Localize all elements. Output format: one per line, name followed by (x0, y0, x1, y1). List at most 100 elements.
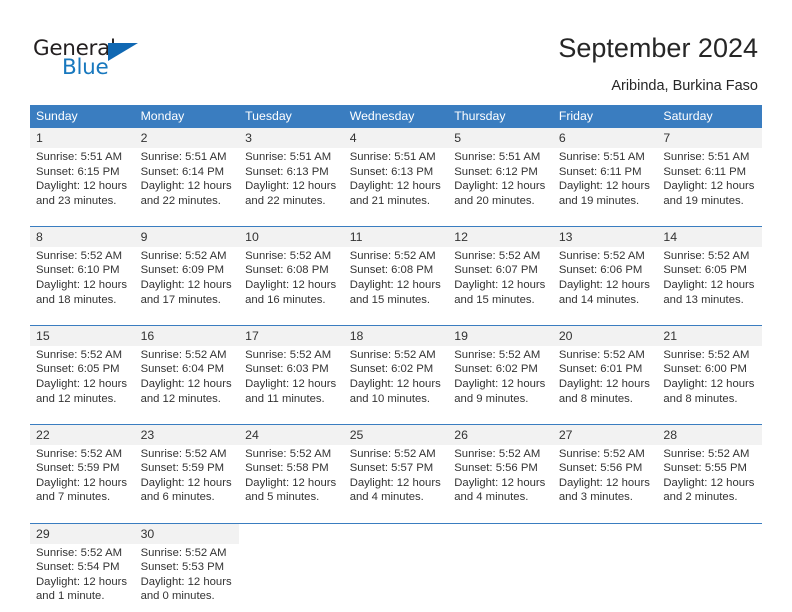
day-cell-number[interactable]: 17 (239, 325, 344, 346)
day-cell-empty (552, 543, 658, 610)
day-cell-empty (448, 523, 553, 544)
week-separator (30, 412, 762, 425)
week-separator (30, 313, 762, 326)
day-cell-info: Sunrise: 5:52 AM Sunset: 5:56 PM Dayligh… (552, 444, 658, 511)
day-cell-number[interactable]: 11 (343, 226, 449, 247)
sunset-text: Sunset: 6:13 PM (349, 165, 434, 178)
day-cell-number[interactable]: 6 (552, 128, 658, 148)
day-cell-number[interactable]: 20 (552, 325, 658, 346)
sunset-text: Sunset: 5:56 PM (454, 462, 538, 475)
daylight-text-line1: Daylight: 12 hours (349, 377, 441, 390)
sunrise-text: Sunrise: 5:52 AM (245, 447, 332, 460)
day-cell-info: Sunrise: 5:51 AM Sunset: 6:11 PM Dayligh… (552, 148, 658, 215)
sunrise-text: Sunrise: 5:52 AM (558, 348, 645, 361)
sunset-text: Sunset: 6:00 PM (663, 363, 747, 376)
daylight-text-line2: and 15 minutes. (454, 293, 535, 306)
daylight-text-line1: Daylight: 12 hours (140, 575, 232, 588)
brand-name-blue: Blue (62, 55, 109, 80)
sunset-text: Sunset: 6:08 PM (245, 264, 329, 277)
day-cell-info: Sunrise: 5:51 AM Sunset: 6:13 PM Dayligh… (343, 148, 449, 215)
daylight-text-line1: Daylight: 12 hours (349, 279, 441, 292)
sunrise-text: Sunrise: 5:52 AM (558, 249, 645, 262)
day-cell-number[interactable]: 13 (552, 226, 658, 247)
sunrise-text: Sunrise: 5:52 AM (663, 348, 750, 361)
day-cell-number[interactable]: 16 (134, 325, 240, 346)
daylight-text-line1: Daylight: 12 hours (349, 476, 441, 489)
daylight-text-line1: Daylight: 12 hours (245, 377, 337, 390)
daylight-text-line2: and 9 minutes. (454, 392, 529, 405)
sunrise-text: Sunrise: 5:52 AM (36, 447, 123, 460)
daylight-text-line1: Daylight: 12 hours (36, 377, 128, 390)
brand-logo[interactable]: General Blue (33, 36, 173, 84)
day-cell-number[interactable]: 7 (657, 128, 762, 148)
sunrise-text: Sunrise: 5:52 AM (454, 348, 541, 361)
day-cell-number[interactable]: 24 (239, 424, 344, 445)
day-cell-number[interactable]: 28 (657, 424, 762, 445)
sunset-text: Sunset: 6:03 PM (245, 363, 329, 376)
day-cell-number[interactable]: 21 (657, 325, 762, 346)
daylight-text-line2: and 11 minutes. (245, 392, 325, 405)
day-cell-info: Sunrise: 5:52 AM Sunset: 6:08 PM Dayligh… (239, 246, 344, 314)
day-cell-info: Sunrise: 5:52 AM Sunset: 6:05 PM Dayligh… (30, 345, 135, 413)
day-cell-empty (657, 543, 762, 610)
day-cell-number[interactable]: 12 (448, 226, 553, 247)
day-cell-number[interactable]: 26 (448, 424, 553, 445)
sunset-text: Sunset: 6:05 PM (663, 264, 747, 277)
day-cell-number[interactable]: 9 (134, 226, 240, 247)
daylight-text-line1: Daylight: 12 hours (663, 279, 755, 292)
sunrise-text: Sunrise: 5:52 AM (558, 447, 645, 460)
daylight-text-line2: and 3 minutes. (558, 491, 633, 504)
daylight-text-line2: and 18 minutes. (36, 293, 117, 306)
day-cell-number[interactable]: 29 (30, 523, 135, 544)
sunset-text: Sunset: 6:08 PM (349, 264, 434, 277)
daylight-text-line1: Daylight: 12 hours (36, 575, 128, 588)
day-cell-info: Sunrise: 5:52 AM Sunset: 5:53 PM Dayligh… (134, 543, 240, 610)
sunset-text: Sunset: 5:55 PM (663, 462, 747, 475)
day-cell-number[interactable]: 22 (30, 424, 135, 445)
page-subtitle: Aribinda, Burkina Faso (611, 78, 758, 94)
day-cell-info: Sunrise: 5:51 AM Sunset: 6:12 PM Dayligh… (448, 148, 553, 215)
day-cell-number[interactable]: 4 (343, 128, 449, 148)
sunrise-text: Sunrise: 5:52 AM (663, 249, 750, 262)
day-cell-empty (343, 523, 449, 544)
week-2-info-row: Sunrise: 5:52 AM Sunset: 6:10 PM Dayligh… (30, 246, 762, 314)
day-cell-number[interactable]: 3 (239, 128, 344, 148)
sunrise-text: Sunrise: 5:52 AM (663, 447, 750, 460)
sunset-text: Sunset: 6:11 PM (663, 165, 747, 178)
day-cell-info: Sunrise: 5:51 AM Sunset: 6:13 PM Dayligh… (239, 148, 344, 215)
daylight-text-line2: and 1 minute. (36, 590, 105, 603)
day-cell-number[interactable]: 15 (30, 325, 135, 346)
day-cell-empty (343, 543, 449, 610)
sunrise-text: Sunrise: 5:51 AM (349, 151, 436, 163)
week-separator (30, 214, 762, 227)
daylight-text-line1: Daylight: 12 hours (349, 180, 441, 193)
day-cell-number[interactable]: 25 (343, 424, 449, 445)
daylight-text-line1: Daylight: 12 hours (663, 377, 755, 390)
day-cell-number[interactable]: 18 (343, 325, 449, 346)
day-cell-number[interactable]: 23 (134, 424, 240, 445)
daylight-text-line2: and 4 minutes. (349, 491, 424, 504)
day-cell-number[interactable]: 8 (30, 226, 135, 247)
daylight-text-line1: Daylight: 12 hours (140, 180, 232, 193)
daylight-text-line1: Daylight: 12 hours (454, 180, 546, 193)
day-cell-number[interactable]: 27 (552, 424, 658, 445)
daylight-text-line2: and 10 minutes. (349, 392, 431, 405)
day-cell-number[interactable]: 1 (30, 128, 135, 148)
sunset-text: Sunset: 5:58 PM (245, 462, 329, 475)
sunrise-text: Sunrise: 5:52 AM (349, 447, 436, 460)
day-cell-info: Sunrise: 5:52 AM Sunset: 6:06 PM Dayligh… (552, 246, 658, 314)
day-cell-info: Sunrise: 5:52 AM Sunset: 6:02 PM Dayligh… (343, 345, 449, 413)
day-cell-number[interactable]: 30 (134, 523, 240, 544)
daylight-text-line1: Daylight: 12 hours (558, 180, 650, 193)
sunset-text: Sunset: 5:59 PM (140, 462, 225, 475)
day-cell-number[interactable]: 10 (239, 226, 344, 247)
day-cell-number[interactable]: 19 (448, 325, 553, 346)
daylight-text-line2: and 23 minutes. (36, 194, 117, 207)
day-cell-number[interactable]: 14 (657, 226, 762, 247)
week-1-info-row: Sunrise: 5:51 AM Sunset: 6:15 PM Dayligh… (30, 148, 762, 215)
sunset-text: Sunset: 6:13 PM (245, 165, 329, 178)
day-cell-number[interactable]: 2 (134, 128, 240, 148)
week-5-daynum-row: 29 30 (30, 523, 762, 544)
week-4-info-row: Sunrise: 5:52 AM Sunset: 5:59 PM Dayligh… (30, 444, 762, 511)
day-cell-number[interactable]: 5 (448, 128, 553, 148)
